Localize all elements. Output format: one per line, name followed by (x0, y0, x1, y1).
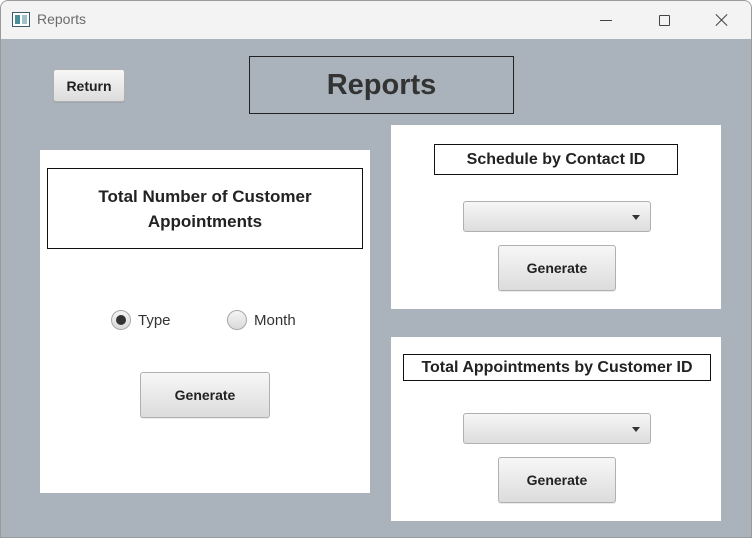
contact-schedule-panel: Schedule by Contact ID Generate (391, 125, 721, 309)
customer-id-heading: Total Appointments by Customer ID (403, 354, 711, 381)
radio-type-label: Type (138, 311, 171, 329)
return-button[interactable]: Return (53, 69, 125, 102)
radio-selected-dot (116, 315, 126, 325)
customer-appointments-panel: Total Number of Customer Appointments Ty… (40, 150, 370, 493)
app-icon (12, 12, 30, 27)
radio-month-indicator[interactable] (227, 310, 247, 330)
maximize-icon (658, 14, 670, 26)
radio-type[interactable]: Type (111, 310, 171, 330)
contact-schedule-heading: Schedule by Contact ID (434, 144, 678, 175)
close-button[interactable] (699, 1, 745, 39)
chevron-down-icon (632, 215, 640, 220)
close-icon (715, 13, 729, 27)
customer-appointments-heading: Total Number of Customer Appointments (47, 168, 363, 249)
customer-id-combobox[interactable] (463, 413, 651, 444)
contact-id-combobox[interactable] (463, 201, 651, 232)
chevron-down-icon (632, 427, 640, 432)
window-title: Reports (37, 11, 87, 27)
minimize-icon (600, 19, 612, 21)
reports-window: Reports Return Reports Total Number of C… (0, 0, 752, 538)
customer-id-panel: Total Appointments by Customer ID Genera… (391, 337, 721, 521)
maximize-button[interactable] (641, 1, 687, 39)
title-bar: Reports (1, 1, 751, 39)
minimize-button[interactable] (583, 1, 629, 39)
generate-contact-schedule-button[interactable]: Generate (498, 245, 616, 291)
generate-appointments-button[interactable]: Generate (140, 372, 270, 418)
radio-month-label: Month (254, 311, 296, 329)
generate-customer-report-button[interactable]: Generate (498, 457, 616, 503)
page-title: Reports (249, 56, 514, 114)
radio-month[interactable]: Month (227, 310, 296, 330)
radio-type-indicator[interactable] (111, 310, 131, 330)
